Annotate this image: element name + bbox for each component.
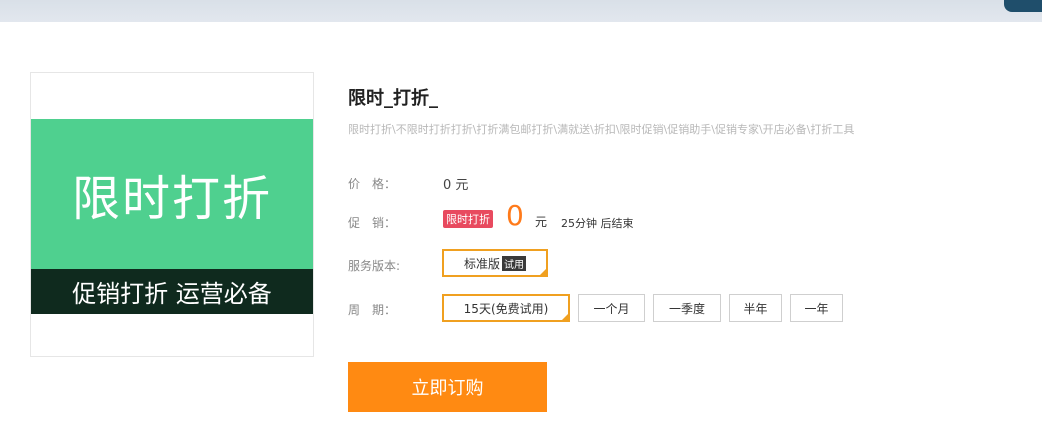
period-option-one-month[interactable]: 一个月 xyxy=(578,294,645,322)
product-image-card: 限时打折 促销打折 运营必备 xyxy=(30,72,314,357)
product-keywords: 限时打折\不限时打折打折\打折满包邮打折\满就送\折扣\限时促销\促销助手\促销… xyxy=(348,123,855,136)
period-option-one-year[interactable]: 一年 xyxy=(790,294,843,322)
top-bar-corner xyxy=(1004,0,1042,12)
product-banner-title: 限时打折 xyxy=(71,171,272,227)
period-option-half-year[interactable]: 半年 xyxy=(729,294,782,322)
trial-tag: 试用 xyxy=(502,255,526,271)
promotion-badge: 限时打折 xyxy=(443,210,493,228)
period-option-one-quarter[interactable]: 一季度 xyxy=(653,294,721,322)
price-value: 0 元 xyxy=(443,178,469,193)
promotion-label: 促 销： xyxy=(348,216,397,230)
promotion-unit: 元 xyxy=(535,215,548,229)
buy-now-button[interactable]: 立即订购 xyxy=(348,362,547,412)
top-bar xyxy=(0,0,1042,22)
promotion-amount: 0 xyxy=(506,199,524,232)
version-label: 服务版本: xyxy=(348,259,401,273)
product-banner-subtitle: 促销打折 运营必备 xyxy=(31,269,313,314)
version-option-label: 标准版 xyxy=(463,256,500,271)
version-option-standard[interactable]: 标准版 试用 xyxy=(442,249,548,277)
price-label: 价 格： xyxy=(348,177,397,191)
period-option-15-days[interactable]: 15天(免费试用) xyxy=(442,294,570,322)
promotion-countdown: 25分钟 后结束 xyxy=(561,217,634,230)
period-label: 周 期： xyxy=(348,303,397,317)
product-title: 限时_打折_ xyxy=(348,88,438,109)
